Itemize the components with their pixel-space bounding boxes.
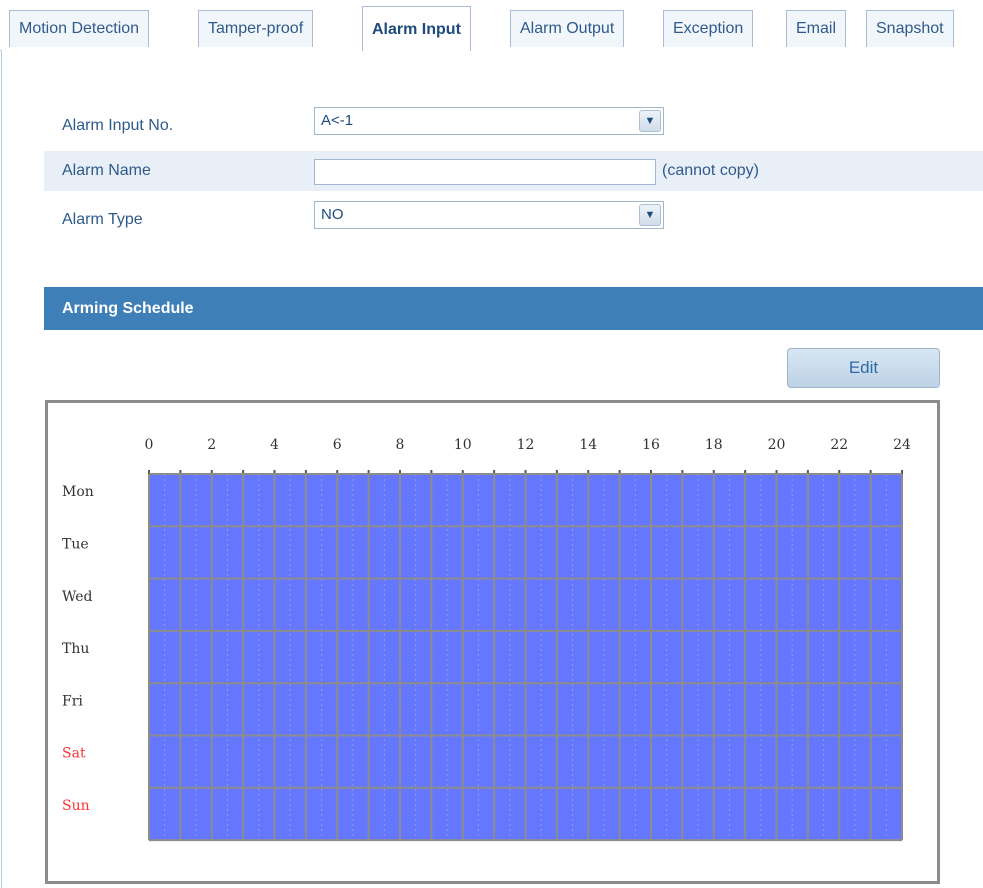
chevron-down-icon[interactable]: ▼	[639, 204, 661, 226]
day-label-thu: Thu	[62, 641, 89, 657]
day-label-fri: Fri	[62, 693, 83, 709]
hour-tick-label: 10	[454, 437, 472, 453]
day-label-tue: Tue	[62, 536, 89, 552]
alarm-type-value: NO	[321, 206, 344, 223]
alarm-name-row: Alarm Name (cannot copy)	[44, 151, 983, 191]
arming-schedule-grid[interactable]: 0 2 4 6 8 10 12 14 16 18 20 22 24 Mon Tue Wed Thu Fri Sat S…	[45, 400, 940, 884]
hour-tick-label: 8	[396, 437, 405, 453]
tab-email[interactable]: Email	[786, 10, 847, 47]
day-label-mon: Mon	[62, 484, 94, 500]
alarm-name-hint: (cannot copy)	[662, 162, 759, 179]
alarm-type-label: Alarm Type	[62, 211, 143, 228]
alarm-name-input[interactable]	[314, 159, 656, 185]
day-label-sat: Sat	[62, 746, 86, 762]
alarm-input-no-select[interactable]: A<-1 ▼	[314, 107, 664, 135]
hour-tick-label: 24	[893, 437, 911, 453]
tab-alarm-input[interactable]: Alarm Input	[362, 6, 471, 51]
hour-tick-label: 0	[145, 437, 154, 453]
alarm-name-label: Alarm Name	[62, 162, 151, 179]
tab-bar: Motion Detection Tamper-proof Alarm Inpu…	[0, 0, 983, 51]
chevron-down-icon[interactable]: ▼	[639, 110, 661, 132]
hour-tick-label: 12	[517, 437, 535, 453]
day-label-sun: Sun	[62, 798, 90, 814]
hour-tick-label: 20	[768, 437, 786, 453]
edit-schedule-button[interactable]: Edit	[787, 348, 940, 388]
hour-tick-label: 18	[705, 437, 723, 453]
alarm-type-select[interactable]: NO ▼	[314, 201, 664, 229]
alarm-input-no-label: Alarm Input No.	[62, 117, 174, 134]
hour-tick-label: 2	[207, 437, 216, 453]
hour-tick-label: 14	[579, 437, 597, 453]
arming-schedule-header: Arming Schedule	[44, 287, 983, 330]
tab-snapshot[interactable]: Snapshot	[866, 10, 954, 47]
tab-exception[interactable]: Exception	[663, 10, 754, 47]
schedule-canvas[interactable]: 0 2 4 6 8 10 12 14 16 18 20 22 24MonTueWedThuFriSatS…	[48, 403, 937, 881]
alarm-input-no-value: A<-1	[321, 112, 354, 129]
hour-tick-label: 22	[830, 437, 848, 453]
hour-tick-label: 16	[642, 437, 660, 453]
hour-tick-label: 6	[333, 437, 342, 453]
tab-tamper-proof[interactable]: Tamper-proof	[198, 10, 314, 47]
hour-tick-label: 4	[270, 437, 279, 453]
alarm-type-row: Alarm Type NO ▼	[44, 196, 983, 236]
alarm-input-no-row: Alarm Input No. A<-1 ▼	[44, 102, 983, 142]
tab-motion-detection[interactable]: Motion Detection	[9, 10, 150, 47]
tab-alarm-output[interactable]: Alarm Output	[510, 10, 625, 47]
day-label-wed: Wed	[62, 589, 93, 605]
